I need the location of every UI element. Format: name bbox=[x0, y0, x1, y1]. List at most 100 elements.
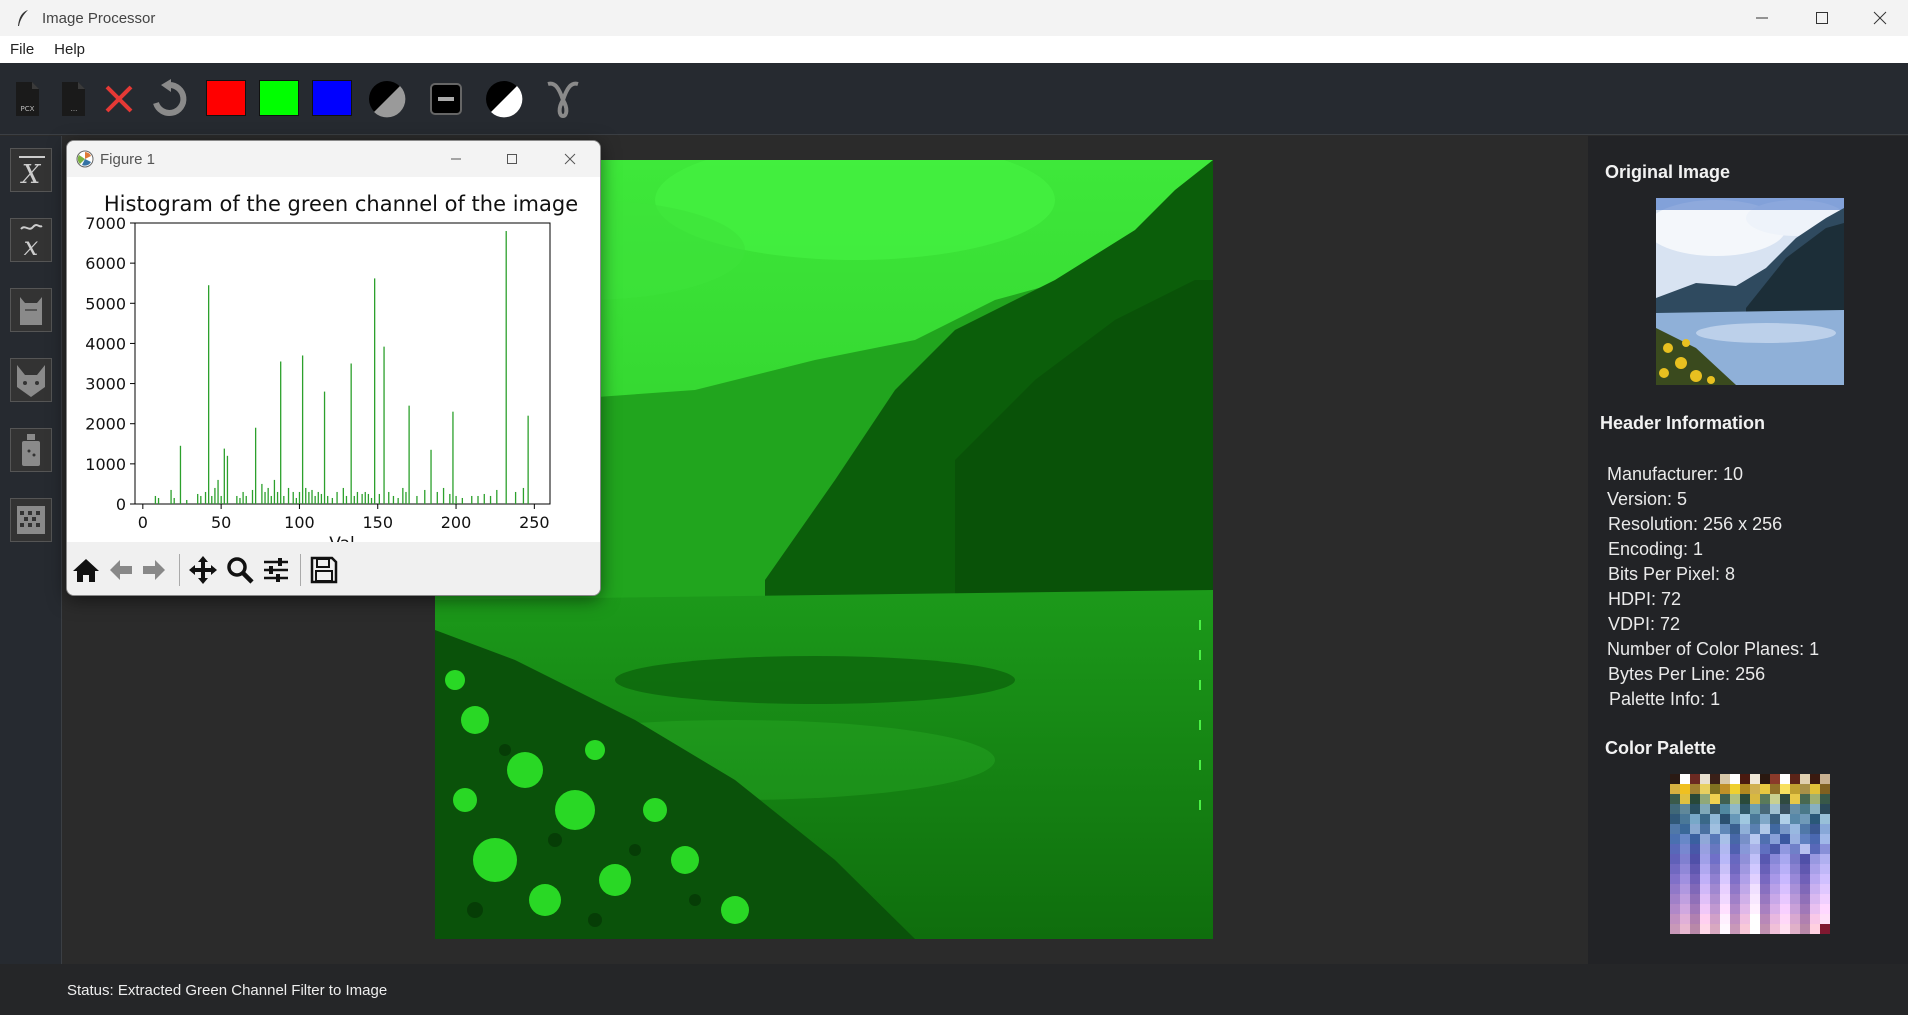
histogram-bar bbox=[430, 449, 432, 504]
sobel-button[interactable] bbox=[10, 358, 52, 402]
palette-cell bbox=[1780, 884, 1790, 894]
maximize-button[interactable] bbox=[1792, 0, 1852, 36]
palette-cell bbox=[1790, 824, 1800, 834]
palette-cell bbox=[1820, 794, 1830, 804]
info-palette: Palette Info: 1 bbox=[1609, 689, 1721, 709]
palette-cell bbox=[1680, 864, 1690, 874]
palette-cell bbox=[1740, 924, 1750, 934]
save-figure-button[interactable] bbox=[308, 554, 340, 586]
histogram-bar bbox=[242, 491, 244, 504]
palette-cell bbox=[1670, 834, 1680, 844]
palette-cell bbox=[1790, 784, 1800, 794]
palette-cell bbox=[1770, 784, 1780, 794]
zoom-button[interactable] bbox=[224, 554, 256, 586]
palette-cell bbox=[1710, 884, 1720, 894]
palette-cell bbox=[1790, 844, 1800, 854]
palette-cell bbox=[1690, 834, 1700, 844]
save-file-button[interactable]: ... bbox=[52, 78, 94, 120]
mean-filter-button[interactable]: X bbox=[10, 148, 52, 192]
salt-pepper-button[interactable] bbox=[10, 428, 52, 472]
palette-cell bbox=[1710, 834, 1720, 844]
info-bits-per-pixel: Bits Per Pixel: 8 bbox=[1608, 564, 1736, 584]
noise-button[interactable] bbox=[10, 498, 52, 542]
histogram-bar bbox=[186, 499, 188, 504]
info-resolution: Resolution: 256 x 256 bbox=[1608, 514, 1783, 534]
menu-file[interactable]: File bbox=[0, 41, 44, 58]
clear-button[interactable] bbox=[98, 78, 140, 120]
gamma-button[interactable] bbox=[542, 78, 584, 120]
palette-cell bbox=[1720, 854, 1730, 864]
open-pcx-button[interactable]: PCX bbox=[6, 78, 48, 120]
palette-cell bbox=[1780, 904, 1790, 914]
blue-channel-button[interactable] bbox=[312, 80, 352, 116]
palette-cell bbox=[1750, 884, 1760, 894]
y-tick-label: 5000 bbox=[85, 294, 126, 313]
palette-cell bbox=[1680, 784, 1690, 794]
palette-cell bbox=[1820, 924, 1830, 934]
threshold-button[interactable] bbox=[425, 78, 467, 120]
configure-subplots-button[interactable] bbox=[260, 554, 292, 586]
palette-cell bbox=[1730, 794, 1740, 804]
palette-cell bbox=[1810, 894, 1820, 904]
histogram-bar bbox=[436, 491, 438, 504]
forward-button[interactable] bbox=[138, 554, 170, 586]
palette-cell bbox=[1740, 774, 1750, 784]
palette-cell bbox=[1780, 814, 1790, 824]
status-bar: Status: Extracted Green Channel Filter t… bbox=[0, 964, 1908, 1015]
palette-cell bbox=[1820, 864, 1830, 874]
palette-cell bbox=[1810, 914, 1820, 924]
palette-cell bbox=[1820, 894, 1830, 904]
palette-cell bbox=[1690, 814, 1700, 824]
figure-minimize-button[interactable] bbox=[427, 141, 485, 177]
app-window: Image Processor File Help PCX ... X x Or… bbox=[0, 0, 1908, 1015]
figure-close-button[interactable] bbox=[541, 141, 599, 177]
palette-cell bbox=[1710, 804, 1720, 814]
histogram-bar bbox=[204, 491, 207, 504]
palette-cell bbox=[1820, 844, 1830, 854]
palette-cell bbox=[1750, 774, 1760, 784]
palette-cell bbox=[1720, 874, 1730, 884]
palette-cell bbox=[1760, 844, 1770, 854]
palette-cell bbox=[1720, 834, 1730, 844]
palette-cell bbox=[1770, 874, 1780, 884]
laplacian-button[interactable] bbox=[10, 288, 52, 332]
figure-maximize-button[interactable] bbox=[483, 141, 541, 177]
histogram-bar bbox=[254, 427, 257, 504]
histogram-bar bbox=[214, 487, 216, 504]
negative-button[interactable] bbox=[483, 78, 525, 120]
palette-cell bbox=[1670, 774, 1680, 784]
sliders-icon bbox=[264, 558, 288, 582]
histogram-bar bbox=[496, 489, 498, 504]
palette-cell bbox=[1690, 854, 1700, 864]
palette-cell bbox=[1770, 774, 1780, 784]
home-button[interactable] bbox=[70, 554, 102, 586]
rotate-icon bbox=[153, 79, 187, 116]
median-filter-button[interactable]: x bbox=[10, 218, 52, 262]
x-bar-icon: X bbox=[19, 156, 45, 189]
back-button[interactable] bbox=[105, 554, 137, 586]
palette-cell bbox=[1800, 854, 1810, 864]
histogram-bar bbox=[287, 487, 290, 504]
palette-cell bbox=[1800, 794, 1810, 804]
red-channel-button[interactable] bbox=[206, 80, 246, 116]
palette-cell bbox=[1770, 804, 1780, 814]
palette-cell bbox=[1760, 894, 1770, 904]
minimize-button[interactable] bbox=[1732, 0, 1792, 36]
histogram-bar bbox=[483, 493, 485, 504]
histogram-bar bbox=[301, 355, 304, 504]
palette-cell bbox=[1680, 774, 1690, 784]
info-color-planes: Number of Color Planes: 1 bbox=[1607, 639, 1820, 659]
histogram-bar bbox=[276, 491, 279, 504]
palette-cell bbox=[1760, 884, 1770, 894]
grayscale-button[interactable] bbox=[366, 78, 408, 120]
cat-icon bbox=[17, 365, 45, 397]
green-channel-button[interactable] bbox=[259, 80, 299, 116]
close-button[interactable] bbox=[1850, 0, 1908, 36]
palette-cell bbox=[1750, 854, 1760, 864]
menu-help[interactable]: Help bbox=[44, 41, 95, 58]
histogram-bar bbox=[527, 415, 529, 504]
histogram-bar bbox=[251, 489, 254, 504]
pan-button[interactable] bbox=[187, 554, 219, 586]
minus-box-icon bbox=[430, 83, 462, 115]
reset-button[interactable] bbox=[148, 78, 190, 120]
